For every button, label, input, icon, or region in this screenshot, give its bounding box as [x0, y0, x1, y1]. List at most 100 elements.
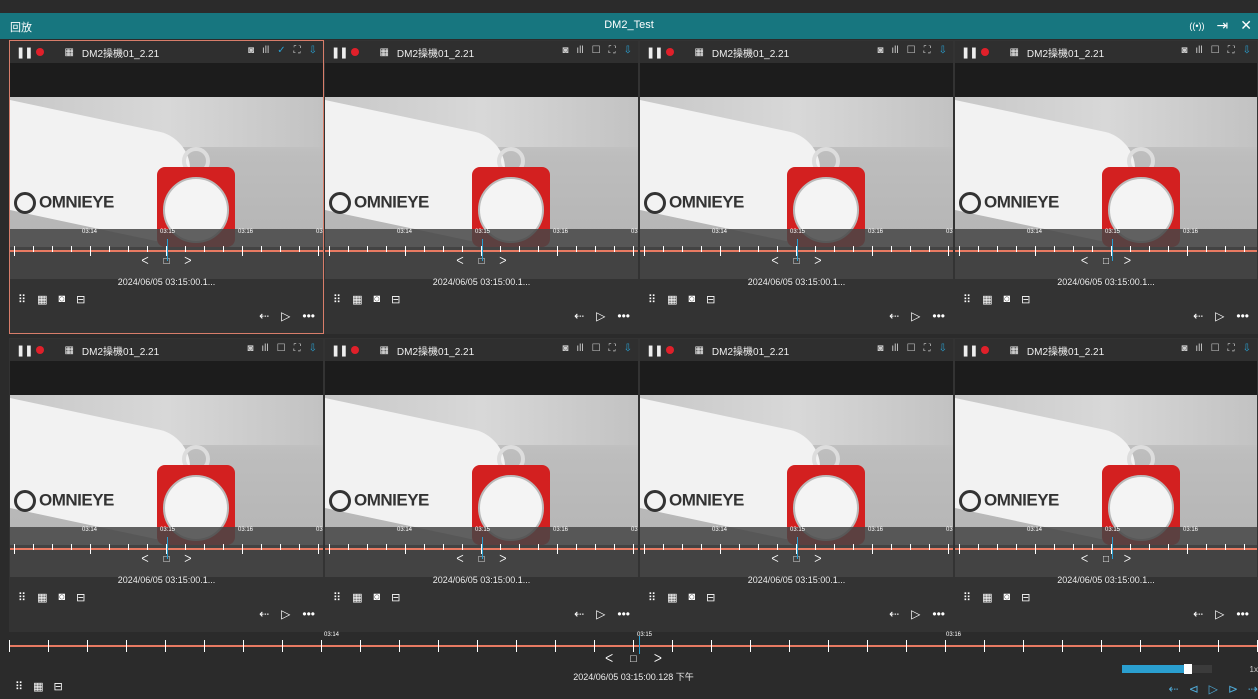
prev-icon[interactable]: ᐸ [456, 554, 463, 565]
snapshot-icon[interactable]: ◙ [877, 343, 883, 354]
select-checkbox[interactable]: ☐ [907, 343, 916, 354]
prev-icon[interactable]: ᐸ [141, 256, 148, 267]
record-icon[interactable] [666, 346, 675, 354]
signal-icon[interactable]: ıll [262, 45, 269, 56]
video-frame[interactable]: OMNIEYE [10, 395, 323, 545]
sync-icon[interactable]: ⇠ [1193, 607, 1203, 621]
pane-controls[interactable]: ᐸ □ ᐳ [955, 256, 1257, 267]
snapshot-icon[interactable]: ◙ [58, 293, 65, 306]
video-frame[interactable]: OMNIEYE [955, 395, 1257, 545]
more-icon[interactable]: ••• [1236, 309, 1249, 323]
snapshot-icon[interactable]: ◙ [1181, 45, 1187, 56]
play-icon[interactable]: ▷ [911, 607, 920, 621]
pane-timeline[interactable]: 03:14 03:15 03:16 03 ᐸ □ ᐳ [640, 229, 953, 279]
export-icon[interactable]: ⊟ [53, 680, 62, 693]
record-icon[interactable] [36, 48, 45, 56]
prev-icon[interactable]: ᐸ [141, 554, 148, 565]
fullscreen-icon[interactable]: ⛶ [294, 45, 301, 56]
playhead[interactable] [797, 239, 798, 261]
fullscreen-icon[interactable]: ⛶ [1228, 45, 1235, 56]
snapshot-icon[interactable]: ◙ [562, 343, 568, 354]
grid-layout-icon[interactable]: ⠿ [333, 591, 341, 604]
calendar-icon[interactable]: ▦ [667, 591, 677, 604]
play-icon[interactable]: ▷ [281, 607, 290, 621]
next-icon[interactable]: ᐳ [654, 653, 662, 665]
export-icon[interactable]: ⊟ [1021, 591, 1030, 604]
sync-forward-icon[interactable]: ⇢ [1248, 682, 1258, 696]
exit-icon[interactable]: ⇥ [1217, 17, 1229, 34]
speed-knob[interactable] [1184, 664, 1193, 674]
calendar-icon[interactable]: ▦ [379, 47, 388, 58]
fullscreen-icon[interactable]: ⛶ [1228, 343, 1235, 354]
camera-pane[interactable]: ❚❚ ▦ DM2操機01_2.21 ◙ ıll ☐ ⛶ ⇩ OMNIEYE 03… [324, 338, 639, 632]
next-icon[interactable]: ᐳ [814, 256, 821, 267]
select-checkbox[interactable]: ✓ [277, 45, 285, 56]
export-icon[interactable]: ⊟ [1021, 293, 1030, 306]
playhead[interactable] [797, 537, 798, 559]
stop-icon[interactable]: □ [1103, 554, 1109, 565]
calendar-icon[interactable]: ▦ [64, 345, 73, 356]
calendar-icon[interactable]: ▦ [1009, 345, 1018, 356]
main-playhead[interactable] [639, 636, 640, 654]
step-forward-icon[interactable]: ⊳ [1228, 682, 1238, 696]
snapshot-icon[interactable]: ◙ [248, 45, 254, 56]
record-icon[interactable] [351, 346, 360, 354]
signal-icon[interactable]: ıll [891, 45, 898, 56]
more-icon[interactable]: ••• [302, 607, 315, 621]
playhead[interactable] [1112, 239, 1113, 261]
play-icon[interactable]: ▷ [911, 309, 920, 323]
fullscreen-icon[interactable]: ⛶ [609, 45, 616, 56]
next-icon[interactable]: ᐳ [1124, 554, 1131, 565]
main-playback-controls[interactable]: ᐸ □ ᐳ [9, 652, 1258, 665]
pin-icon[interactable]: ⇩ [309, 45, 317, 56]
record-icon[interactable] [351, 48, 360, 56]
close-icon[interactable]: ✕ [1240, 17, 1252, 34]
pause-icon[interactable]: ❚❚ [16, 46, 33, 59]
export-icon[interactable]: ⊟ [76, 591, 85, 604]
playhead[interactable] [482, 537, 483, 559]
more-icon[interactable]: ••• [617, 309, 630, 323]
calendar-icon[interactable]: ▦ [1009, 47, 1018, 58]
video-frame[interactable]: OMNIEYE [955, 97, 1257, 247]
timeline-track[interactable] [955, 548, 1257, 550]
signal-icon[interactable]: ıll [261, 343, 268, 354]
export-icon[interactable]: ⊟ [706, 591, 715, 604]
grid-layout-icon[interactable]: ⠿ [648, 293, 656, 306]
play-icon[interactable]: ▷ [596, 607, 605, 621]
calendar-icon[interactable]: ▦ [37, 591, 47, 604]
sync-icon[interactable]: ⇠ [1169, 682, 1179, 696]
playhead[interactable] [482, 239, 483, 261]
sync-icon[interactable]: ⇠ [1193, 309, 1203, 323]
select-checkbox[interactable]: ☐ [1211, 343, 1220, 354]
prev-icon[interactable]: ᐸ [771, 554, 778, 565]
pane-controls[interactable]: ᐸ □ ᐳ [955, 554, 1257, 565]
snapshot-icon[interactable]: ◙ [688, 293, 695, 306]
pane-timeline[interactable]: 03:14 03:15 03:16 03 ᐸ □ ᐳ [640, 527, 953, 577]
video-frame[interactable]: OMNIEYE [640, 395, 953, 545]
select-checkbox[interactable]: ☐ [907, 45, 916, 56]
signal-icon[interactable]: ıll [1195, 45, 1202, 56]
camera-pane[interactable]: ❚❚ ▦ DM2操機01_2.21 ◙ ıll ☐ ⛶ ⇩ OMNIEYE 03… [639, 40, 954, 334]
export-icon[interactable]: ⊟ [391, 293, 400, 306]
record-icon[interactable] [981, 346, 990, 354]
signal-icon[interactable]: ıll [576, 45, 583, 56]
snapshot-icon[interactable]: ◙ [247, 343, 253, 354]
calendar-icon[interactable]: ▦ [64, 47, 73, 58]
pin-icon[interactable]: ⇩ [309, 343, 317, 354]
sync-icon[interactable]: ⇠ [259, 607, 269, 621]
camera-pane[interactable]: ❚❚ ▦ DM2操機01_2.21 ◙ ıll ☐ ⛶ ⇩ OMNIEYE 03… [324, 40, 639, 334]
playhead[interactable] [1112, 537, 1113, 559]
calendar-icon[interactable]: ▦ [667, 293, 677, 306]
fullscreen-icon[interactable]: ⛶ [294, 343, 301, 354]
select-checkbox[interactable]: ☐ [1211, 45, 1220, 56]
calendar-icon[interactable]: ▦ [694, 345, 703, 356]
calendar-icon[interactable]: ▦ [379, 345, 388, 356]
export-icon[interactable]: ⊟ [706, 293, 715, 306]
pane-timeline[interactable]: 03:14 03:15 03:16 03 ᐸ □ ᐳ [10, 527, 323, 577]
playhead[interactable] [167, 537, 168, 559]
grid-layout-icon[interactable]: ⠿ [333, 293, 341, 306]
pin-icon[interactable]: ⇩ [624, 343, 632, 354]
more-icon[interactable]: ••• [932, 309, 945, 323]
select-checkbox[interactable]: ☐ [592, 343, 601, 354]
pause-icon[interactable]: ❚❚ [646, 46, 663, 59]
